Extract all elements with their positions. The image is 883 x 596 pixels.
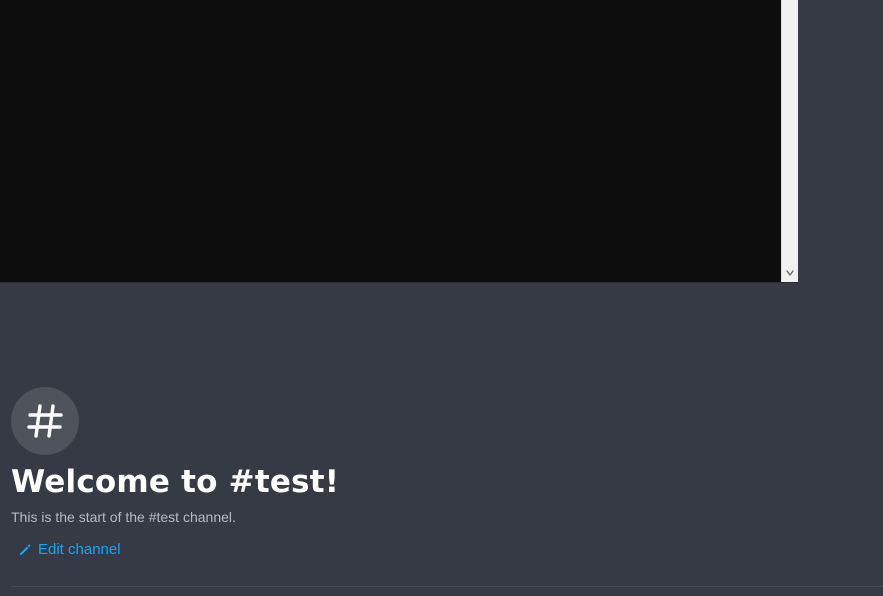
edit-channel-label: Edit channel [38, 541, 121, 558]
pencil-icon [20, 544, 31, 555]
welcome-subtitle: This is the start of the #test channel. [11, 509, 236, 525]
welcome-title: Welcome to #test! [11, 464, 340, 500]
vertical-scrollbar[interactable] [781, 0, 798, 282]
hash-icon [11, 387, 79, 455]
channel-welcome: Welcome to #test! This is the start of t… [11, 387, 339, 559]
embedded-window [0, 0, 798, 282]
edit-channel-button[interactable]: Edit channel [18, 541, 339, 559]
divider [11, 586, 883, 587]
chevron-down-icon[interactable] [785, 268, 795, 278]
